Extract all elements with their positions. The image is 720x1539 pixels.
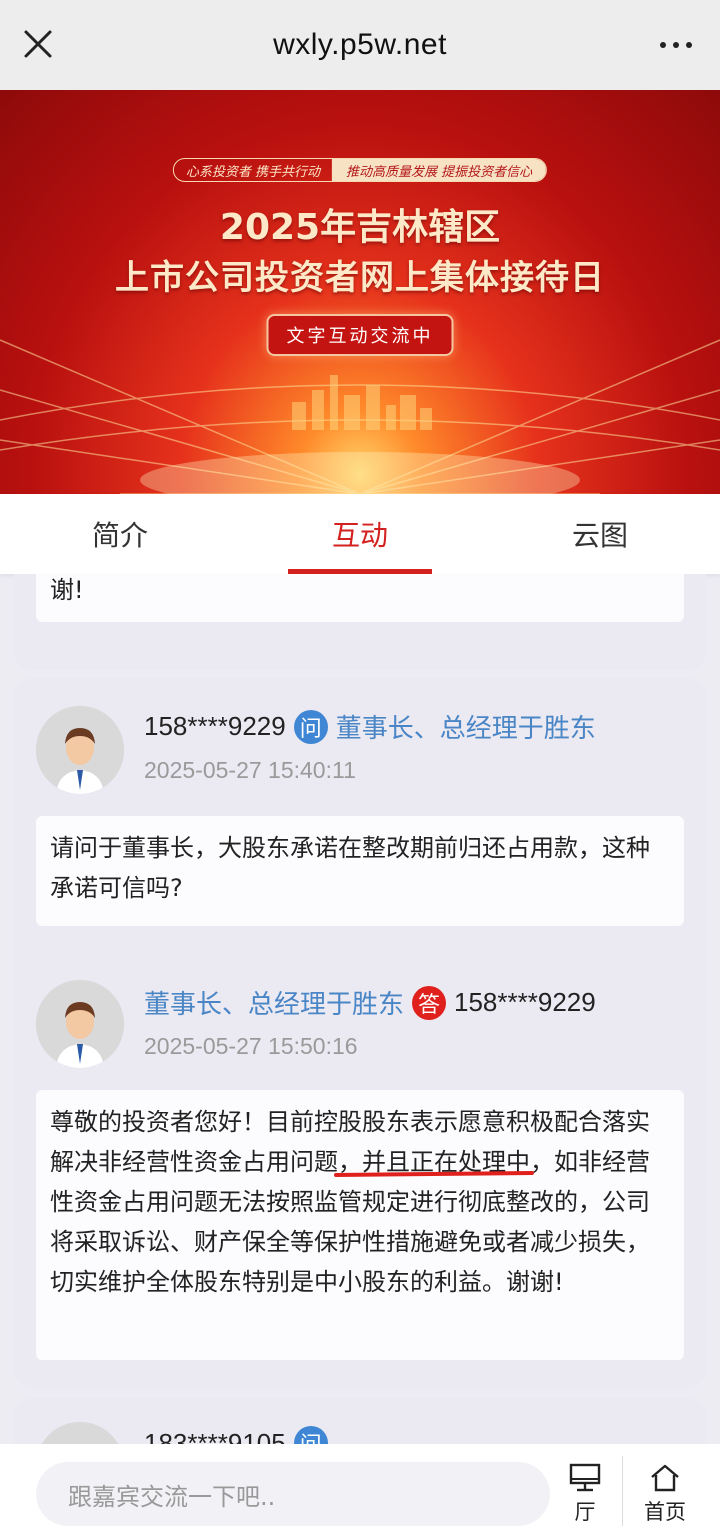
close-icon[interactable] [18,24,58,64]
bottom-bar: 跟嘉宾交流一下吧.. 厅 首页 [0,1444,720,1539]
message-input[interactable]: 跟嘉宾交流一下吧.. [36,1462,550,1526]
tab-intro[interactable]: 简介 [0,494,240,574]
tab-wordcloud[interactable]: 云图 [480,494,720,574]
answer-text: 谢! [36,574,684,622]
avatar[interactable] [36,980,124,1068]
hall-label: 厅 [574,1500,596,1524]
tab-interaction[interactable]: 互动 [240,494,480,574]
avatar[interactable] [36,1422,124,1444]
answer-timestamp: 2025-05-27 15:50:16 [144,1033,358,1059]
person-icon [36,980,124,1068]
home-button[interactable]: 首页 [630,1462,700,1526]
more-options-icon[interactable] [660,42,692,48]
question-recipient[interactable]: 董事长、总经理于胜东 [336,708,596,745]
asker-id: 158****9229 [144,711,286,741]
answer-recipient: 158****9229 [454,987,596,1017]
hall-button[interactable]: 厅 [550,1462,620,1526]
qa-card-partial-bottom: 183****9105 问 [14,1398,706,1444]
monitor-icon [569,1463,601,1492]
question-text: 请问于董事长，大股东承诺在整改期前归还占用款，这种承诺可信吗? [36,816,684,926]
question-badge: 问 [293,709,328,744]
live-status-pill: 文字互动交流中 [266,314,454,356]
question-timestamp: 2025-05-27 15:40:11 [144,757,356,783]
qa-feed[interactable]: 谢! 158****9229 问 董事长、总经理于胜东 2025-05-27 1… [0,574,720,1444]
qa-card: 158****9229 问 董事长、总经理于胜东 2025-05-27 15:4… [14,678,706,1388]
asker-id: 183****9105 [144,1427,286,1445]
question-badge: 问 [293,1426,328,1444]
home-icon [651,1464,679,1492]
answer-text: 尊敬的投资者您好！目前控股股东表示愿意积极配合落实解决非经营性资金占用问题，并且… [36,1090,684,1360]
banner-title-line1: 2025年吉林辖区 [219,207,501,248]
person-icon [36,1422,124,1444]
city-skyline [292,375,432,430]
tab-bar: 简介 互动 云图 [0,494,720,574]
highlight-underline: ，并且正在处理中 [338,1148,530,1176]
answerer-name[interactable]: 董事长、总经理于胜东 [144,984,404,1021]
browser-topbar: wxly.p5w.net [0,0,720,90]
event-banner: 心系投资者 携手共行动 推动高质量发展 提振投资者信心 2025年吉林辖区 上市… [0,90,720,494]
avatar[interactable] [36,706,124,794]
question-meta: 158****9229 问 董事长、总经理于胜东 2025-05-27 15:4… [144,708,596,784]
question-meta: 183****9105 问 [144,1426,328,1444]
qa-card-partial-top: 谢! [14,574,706,670]
banner-slogan: 心系投资者 携手共行动 推动高质量发展 提振投资者信心 [172,158,548,182]
answer-meta: 董事长、总经理于胜东 答 158****9229 2025-05-27 15:5… [144,984,596,1060]
banner-title-line2: 上市公司投资者网上集体接待日 [115,258,605,298]
divider [622,1456,623,1526]
person-icon [36,706,124,794]
answer-badge: 答 [412,985,447,1020]
home-label: 首页 [644,1500,686,1524]
page-url: wxly.p5w.net [273,28,447,61]
